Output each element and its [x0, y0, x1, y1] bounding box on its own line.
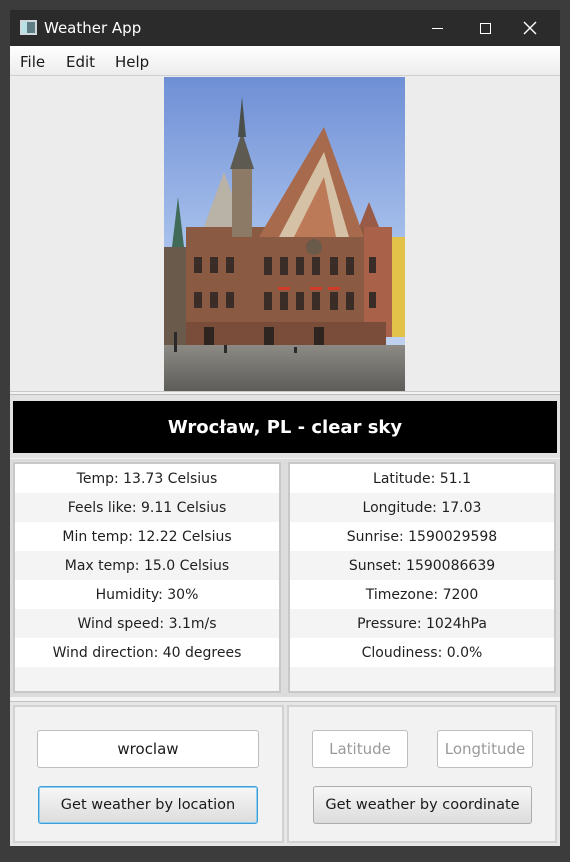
- info-area: Temp: 13.73 Celsius Feels like: 9.11 Cel…: [10, 459, 560, 697]
- sunrise-row[interactable]: Sunrise: 1590029598: [290, 522, 554, 551]
- get-weather-by-coordinate-button[interactable]: Get weather by coordinate: [313, 786, 532, 824]
- menu-edit[interactable]: Edit: [66, 53, 95, 71]
- city-input[interactable]: [37, 730, 259, 768]
- minimize-button[interactable]: [414, 10, 460, 46]
- city-photo: [164, 77, 405, 391]
- close-button[interactable]: [507, 10, 553, 46]
- maximize-button[interactable]: [462, 10, 508, 46]
- coordinate-panel: Get weather by coordinate: [287, 705, 557, 843]
- client-area: File Edit Help Wrocław, PL - clear sky T…: [10, 46, 560, 846]
- feels-like-row[interactable]: Feels like: 9.11 Celsius: [15, 493, 279, 522]
- sunset-row[interactable]: Sunset: 1590086639: [290, 551, 554, 580]
- city-weather-banner: Wrocław, PL - clear sky: [13, 401, 557, 453]
- timezone-row[interactable]: Timezone: 7200: [290, 580, 554, 609]
- cloudiness-row[interactable]: Cloudiness: 0.0%: [290, 638, 554, 667]
- wind-direction-row[interactable]: Wind direction: 40 degrees: [15, 638, 279, 667]
- wind-speed-row[interactable]: Wind speed: 3.1m/s: [15, 609, 279, 638]
- city-photo-area: [10, 76, 560, 392]
- weather-details-list[interactable]: Temp: 13.73 Celsius Feels like: 9.11 Cel…: [13, 462, 281, 693]
- app-window: Weather App File Edit Help Wrocław, PL -…: [0, 0, 570, 862]
- close-icon: [523, 21, 537, 35]
- longitude-input[interactable]: [437, 730, 533, 768]
- temp-row[interactable]: Temp: 13.73 Celsius: [15, 464, 279, 493]
- menu-bar: File Edit Help: [10, 46, 560, 76]
- max-temp-row[interactable]: Max temp: 15.0 Celsius: [15, 551, 279, 580]
- window-title: Weather App: [44, 19, 142, 37]
- menu-help[interactable]: Help: [115, 53, 149, 71]
- controls-area: Get weather by location Get weather by c…: [10, 701, 560, 846]
- minimize-icon: [431, 27, 443, 29]
- menu-file[interactable]: File: [20, 53, 45, 71]
- banner-area: Wrocław, PL - clear sky: [10, 394, 560, 458]
- location-details-list[interactable]: Latitude: 51.1 Longitude: 17.03 Sunrise:…: [288, 462, 556, 693]
- title-bar[interactable]: Weather App: [10, 10, 560, 46]
- pressure-row[interactable]: Pressure: 1024hPa: [290, 609, 554, 638]
- min-temp-row[interactable]: Min temp: 12.22 Celsius: [15, 522, 279, 551]
- latitude-input[interactable]: [312, 730, 408, 768]
- location-panel: Get weather by location: [13, 705, 284, 843]
- maximize-icon: [479, 22, 491, 34]
- longitude-row[interactable]: Longitude: 17.03: [290, 493, 554, 522]
- app-icon: [20, 20, 37, 35]
- latitude-row[interactable]: Latitude: 51.1: [290, 464, 554, 493]
- get-weather-by-location-button[interactable]: Get weather by location: [38, 786, 258, 824]
- humidity-row[interactable]: Humidity: 30%: [15, 580, 279, 609]
